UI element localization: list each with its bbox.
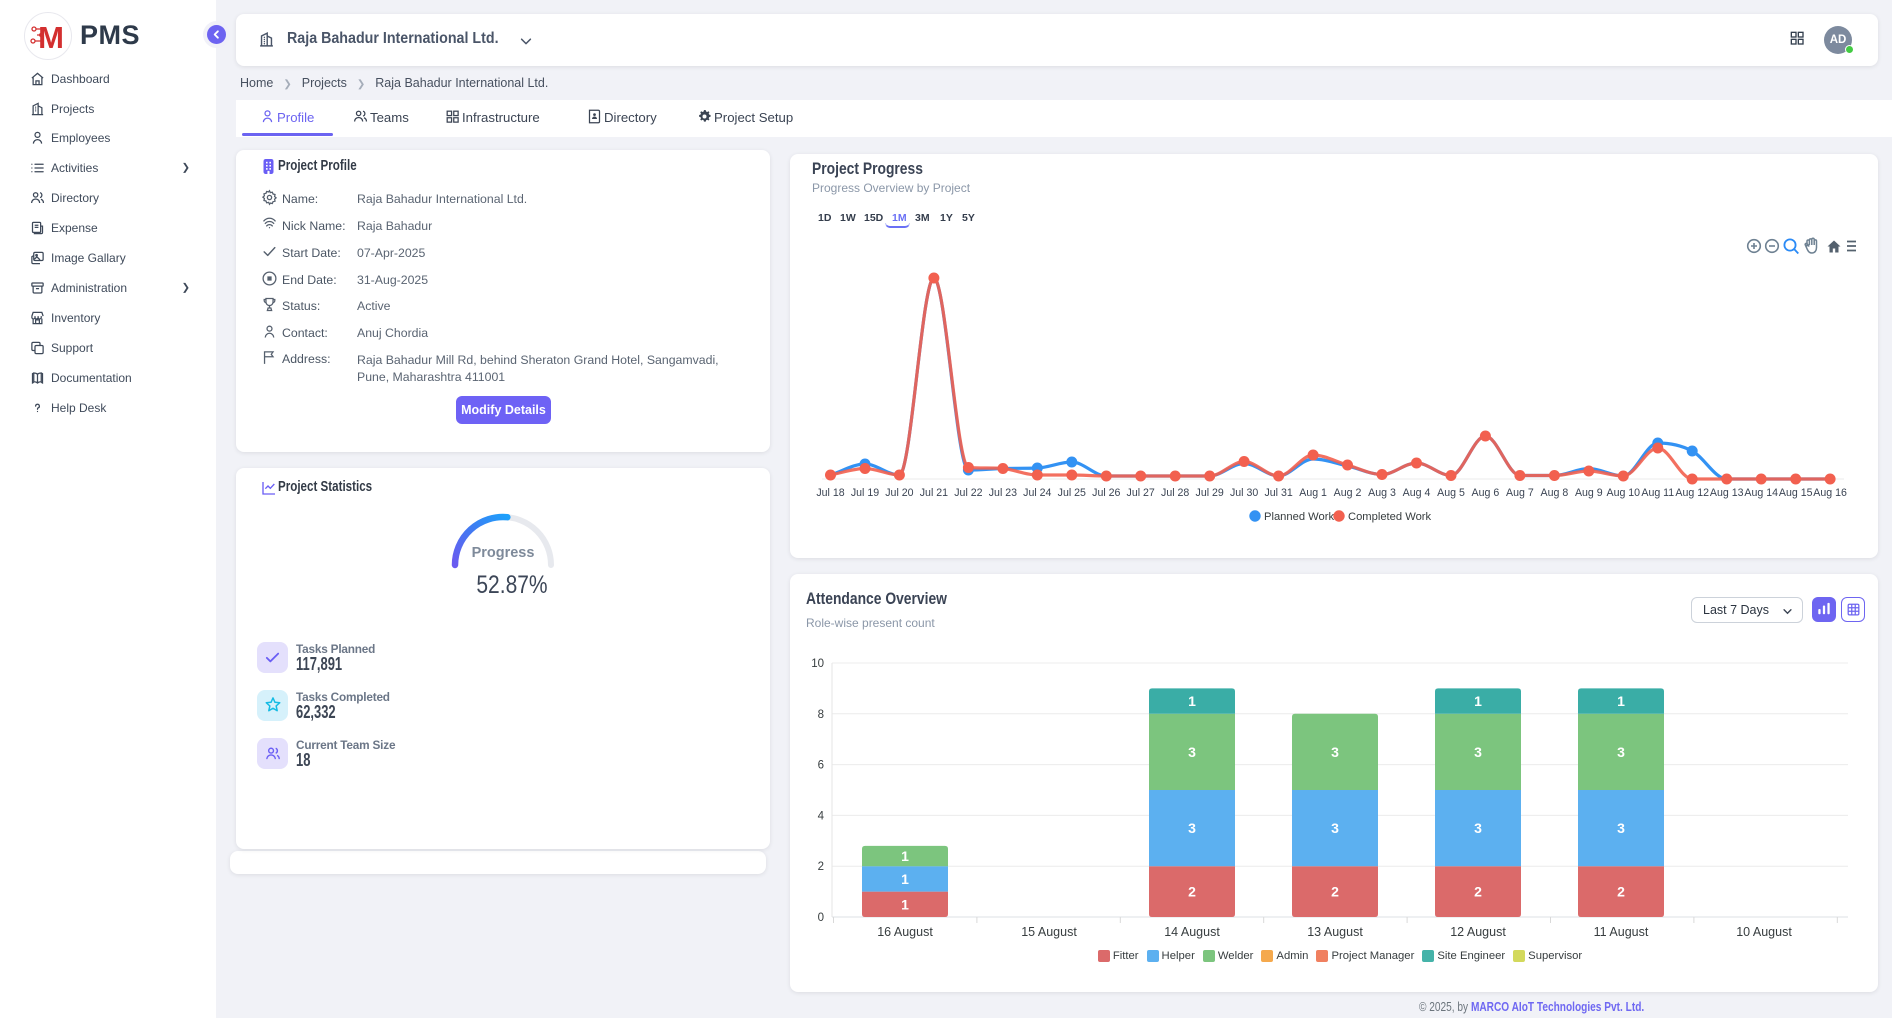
- svg-text:Aug 10: Aug 10: [1607, 487, 1641, 499]
- svg-text:2: 2: [1474, 884, 1482, 900]
- svg-text:2: 2: [1331, 884, 1339, 900]
- svg-text:1: 1: [901, 871, 909, 887]
- svg-text:Jul 29: Jul 29: [1196, 487, 1224, 499]
- svg-text:Jul 20: Jul 20: [885, 487, 913, 499]
- svg-text:Jul 24: Jul 24: [1023, 487, 1051, 499]
- svg-text:1: 1: [1188, 693, 1196, 709]
- svg-text:Jul 25: Jul 25: [1058, 487, 1086, 499]
- svg-text:4: 4: [818, 810, 825, 822]
- svg-text:3: 3: [1188, 744, 1196, 760]
- svg-text:Jul 18: Jul 18: [816, 487, 844, 499]
- svg-text:15 August: 15 August: [1021, 925, 1077, 939]
- svg-text:Aug 8: Aug 8: [1541, 487, 1569, 499]
- svg-text:14 August: 14 August: [1164, 925, 1220, 939]
- svg-text:Jul 31: Jul 31: [1264, 487, 1292, 499]
- svg-text:Jul 28: Jul 28: [1161, 487, 1189, 499]
- svg-text:Aug 15: Aug 15: [1779, 487, 1813, 499]
- svg-text:Jul 19: Jul 19: [851, 487, 879, 499]
- svg-text:Aug 6: Aug 6: [1472, 487, 1500, 499]
- svg-text:Aug 16: Aug 16: [1813, 487, 1847, 499]
- svg-text:Aug 7: Aug 7: [1506, 487, 1534, 499]
- svg-text:Aug 3: Aug 3: [1368, 487, 1396, 499]
- svg-text:Aug 12: Aug 12: [1675, 487, 1709, 499]
- svg-text:3: 3: [1188, 820, 1196, 836]
- svg-text:3: 3: [1331, 744, 1339, 760]
- svg-text:2: 2: [818, 861, 824, 873]
- svg-text:Jul 30: Jul 30: [1230, 487, 1258, 499]
- svg-text:M: M: [38, 20, 64, 55]
- svg-text:3: 3: [1331, 820, 1339, 836]
- svg-text:Planned Work: Planned Work: [1264, 511, 1334, 523]
- svg-text:1: 1: [901, 896, 909, 912]
- svg-text:10 August: 10 August: [1736, 925, 1792, 939]
- svg-text:Completed Work: Completed Work: [1348, 511, 1432, 523]
- svg-text:Aug 5: Aug 5: [1437, 487, 1465, 499]
- svg-text:16 August: 16 August: [877, 925, 933, 939]
- svg-text:Jul 26: Jul 26: [1092, 487, 1120, 499]
- svg-text:Aug 9: Aug 9: [1575, 487, 1603, 499]
- svg-text:Jul 23: Jul 23: [989, 487, 1017, 499]
- svg-text:Aug 2: Aug 2: [1334, 487, 1362, 499]
- svg-text:Jul 22: Jul 22: [954, 487, 982, 499]
- svg-text:2: 2: [1617, 884, 1625, 900]
- svg-text:3: 3: [1474, 744, 1482, 760]
- svg-text:Aug 1: Aug 1: [1299, 487, 1327, 499]
- svg-text:1: 1: [1474, 693, 1482, 709]
- svg-text:Aug 14: Aug 14: [1744, 487, 1778, 499]
- svg-text:Jul 21: Jul 21: [920, 487, 948, 499]
- svg-text:0: 0: [818, 912, 824, 924]
- svg-text:Aug 11: Aug 11: [1641, 487, 1674, 499]
- svg-text:8: 8: [818, 709, 824, 721]
- svg-text:1: 1: [1617, 693, 1625, 709]
- svg-text:13 August: 13 August: [1307, 925, 1363, 939]
- svg-text:6: 6: [818, 760, 824, 772]
- svg-text:3: 3: [1617, 820, 1625, 836]
- svg-text:3: 3: [1474, 820, 1482, 836]
- svg-text:Aug 13: Aug 13: [1710, 487, 1744, 499]
- svg-text:11 August: 11 August: [1594, 925, 1649, 939]
- svg-text:10: 10: [811, 658, 824, 670]
- svg-text:Jul 27: Jul 27: [1127, 487, 1155, 499]
- svg-text:12 August: 12 August: [1450, 925, 1506, 939]
- svg-text:2: 2: [1188, 884, 1196, 900]
- svg-text:3: 3: [1617, 744, 1625, 760]
- svg-text:1: 1: [901, 848, 909, 864]
- svg-text:Aug 4: Aug 4: [1403, 487, 1431, 499]
